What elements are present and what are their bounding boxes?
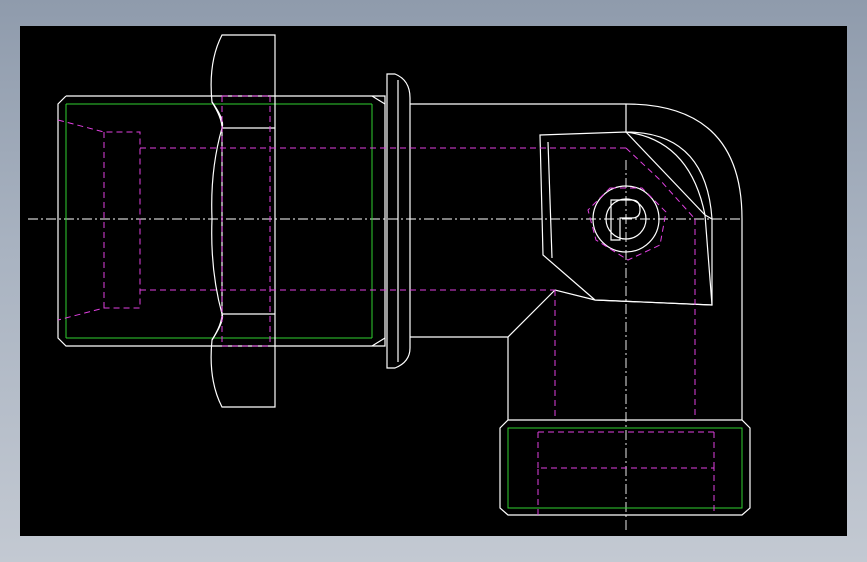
hidden-elbow-corner — [625, 147, 696, 220]
hidden-thread-taper — [57, 119, 141, 321]
elbow-window-edge — [547, 141, 553, 259]
elbow-lower-left — [410, 289, 713, 338]
elbow-body — [410, 103, 743, 420]
cad-viewport[interactable] — [20, 26, 847, 536]
collar — [386, 73, 411, 369]
thread-end-chamfer-top — [371, 95, 386, 105]
drawing-canvas — [28, 34, 751, 530]
hex-nut — [210, 34, 276, 408]
pin-slot — [610, 199, 641, 241]
hex-nut-outline — [210, 34, 276, 408]
centerlines — [28, 160, 740, 530]
hidden-lines — [57, 95, 715, 515]
hex-nut-face-top — [211, 101, 223, 220]
hex-nut-face-bottom — [211, 218, 223, 341]
thread-end-chamfer-bottom — [371, 337, 386, 347]
cad-window — [0, 0, 867, 562]
